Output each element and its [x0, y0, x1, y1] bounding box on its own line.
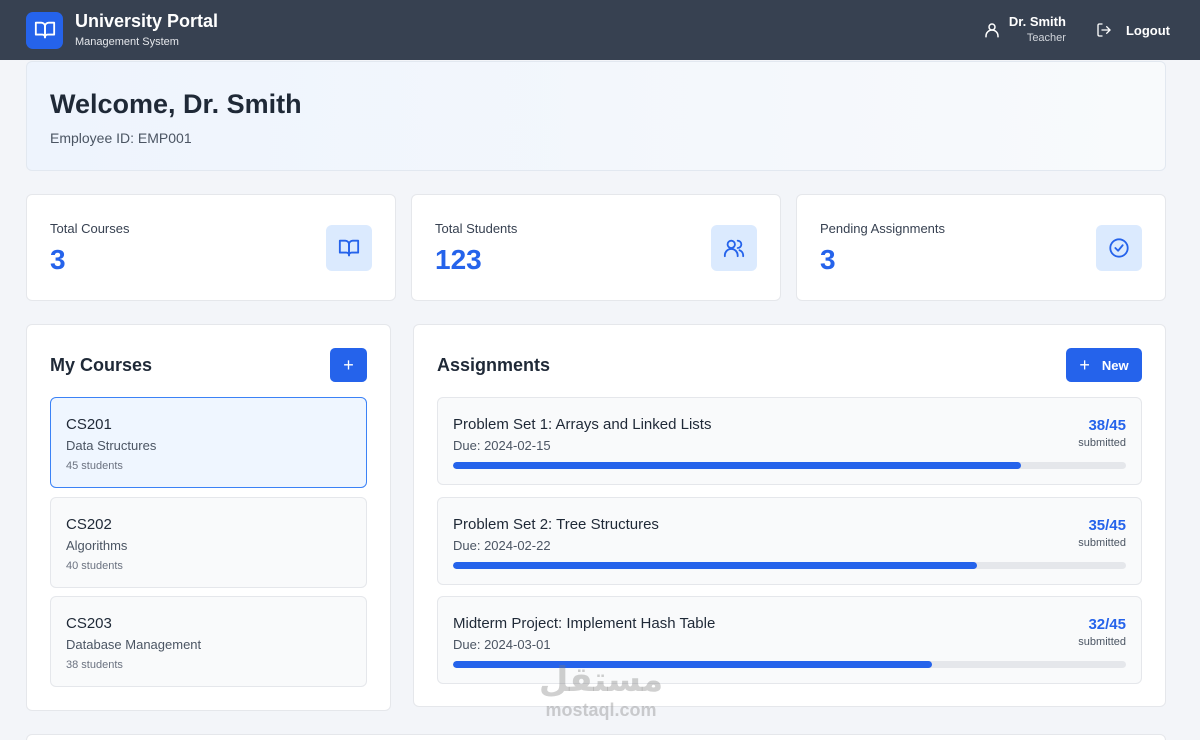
course-item-cs201[interactable]: CS201 Data Structures 45 students	[50, 397, 367, 488]
watermark: مستقل mostaql.com	[527, 660, 675, 720]
stat-value: 3	[50, 244, 66, 275]
welcome-title: Welcome, Dr. Smith	[50, 89, 302, 119]
assignments-panel: Assignments + New Problem Set 1: Arrays …	[413, 324, 1166, 707]
submitted-label: submitted	[1078, 437, 1126, 449]
assignment-due-date: Due: 2024-02-15	[453, 438, 551, 453]
stat-total-courses: Total Courses 3	[26, 194, 396, 301]
next-section-card	[26, 734, 1166, 740]
user-icon	[985, 23, 999, 38]
submitted-label: submitted	[1078, 537, 1126, 549]
course-item-cs202[interactable]: CS202 Algorithms 40 students	[50, 497, 367, 588]
my-courses-panel: My Courses + CS201 Data Structures 45 st…	[26, 324, 391, 711]
book-icon	[26, 11, 63, 49]
assignments-title: Assignments	[437, 355, 551, 375]
user-area: Dr. Smith Teacher Logout	[983, 14, 1174, 46]
submission-progress-bar	[453, 562, 1126, 569]
stat-value: 123	[435, 244, 482, 275]
app-subtitle: Management System	[75, 36, 179, 48]
submission-progress-fill	[453, 562, 977, 569]
submission-count: 38/45 submitted	[1078, 417, 1126, 449]
user-role: Teacher	[1026, 32, 1066, 44]
course-code: CS203	[66, 615, 112, 632]
welcome-card: Welcome, Dr. Smith Employee ID: EMP001	[26, 61, 1166, 171]
course-item-cs203[interactable]: CS203 Database Management 38 students	[50, 596, 367, 687]
submission-progress-bar	[453, 462, 1126, 469]
stat-pending-assignments: Pending Assignments 3	[796, 194, 1166, 301]
user-info: Dr. Smith Teacher	[1009, 14, 1066, 46]
assignment-item[interactable]: Problem Set 1: Arrays and Linked Lists D…	[437, 397, 1142, 485]
assignment-due-date: Due: 2024-03-01	[453, 637, 551, 652]
submission-number: 32/45	[1088, 616, 1126, 633]
stat-label: Total Students	[435, 221, 518, 236]
stat-total-students: Total Students 123	[411, 194, 781, 301]
course-name: Data Structures	[66, 438, 157, 453]
employee-id: Employee ID: EMP001	[50, 130, 192, 146]
submission-number: 38/45	[1088, 417, 1126, 434]
top-bar: University Portal Management System Dr. …	[0, 0, 1200, 60]
course-name: Algorithms	[66, 538, 128, 553]
course-code: CS202	[66, 516, 112, 533]
course-name: Database Management	[66, 637, 202, 652]
assignment-item[interactable]: Problem Set 2: Tree Structures Due: 2024…	[437, 497, 1142, 585]
watermark-latin: mostaql.com	[545, 700, 657, 720]
course-student-count: 45 students	[66, 460, 123, 472]
app-title: University Portal	[75, 11, 219, 31]
stat-value: 3	[820, 244, 836, 275]
user-name: Dr. Smith	[1008, 14, 1066, 29]
logout-icon	[1097, 23, 1111, 37]
assignment-title: Problem Set 2: Tree Structures	[453, 516, 659, 533]
logout-button[interactable]: Logout	[1092, 22, 1174, 38]
new-assignment-label: New	[1101, 357, 1129, 373]
brand: University Portal Management System	[75, 10, 218, 50]
submission-progress-fill	[453, 661, 932, 668]
course-student-count: 38 students	[66, 659, 123, 671]
new-assignment-button[interactable]: + New	[1066, 348, 1142, 382]
course-code: CS201	[66, 416, 112, 433]
check-circle-icon	[1096, 225, 1142, 271]
submission-progress-fill	[453, 462, 1021, 469]
submitted-label: submitted	[1078, 636, 1126, 648]
watermark-arabic: مستقل	[538, 660, 664, 700]
assignment-due-date: Due: 2024-02-22	[453, 538, 551, 553]
stat-label: Pending Assignments	[820, 221, 946, 236]
submission-count: 32/45 submitted	[1078, 616, 1126, 648]
plus-icon: +	[1079, 354, 1090, 375]
logout-label: Logout	[1125, 22, 1170, 38]
stat-label: Total Courses	[50, 221, 130, 236]
course-student-count: 40 students	[66, 560, 123, 572]
book-icon	[326, 225, 372, 271]
assignment-title: Midterm Project: Implement Hash Table	[453, 615, 716, 632]
add-course-button[interactable]: +	[330, 348, 367, 382]
submission-number: 35/45	[1088, 517, 1126, 534]
assignment-title: Problem Set 1: Arrays and Linked Lists	[453, 416, 712, 433]
submission-count: 35/45 submitted	[1078, 517, 1126, 549]
users-icon	[711, 225, 757, 271]
my-courses-title: My Courses	[50, 355, 153, 375]
